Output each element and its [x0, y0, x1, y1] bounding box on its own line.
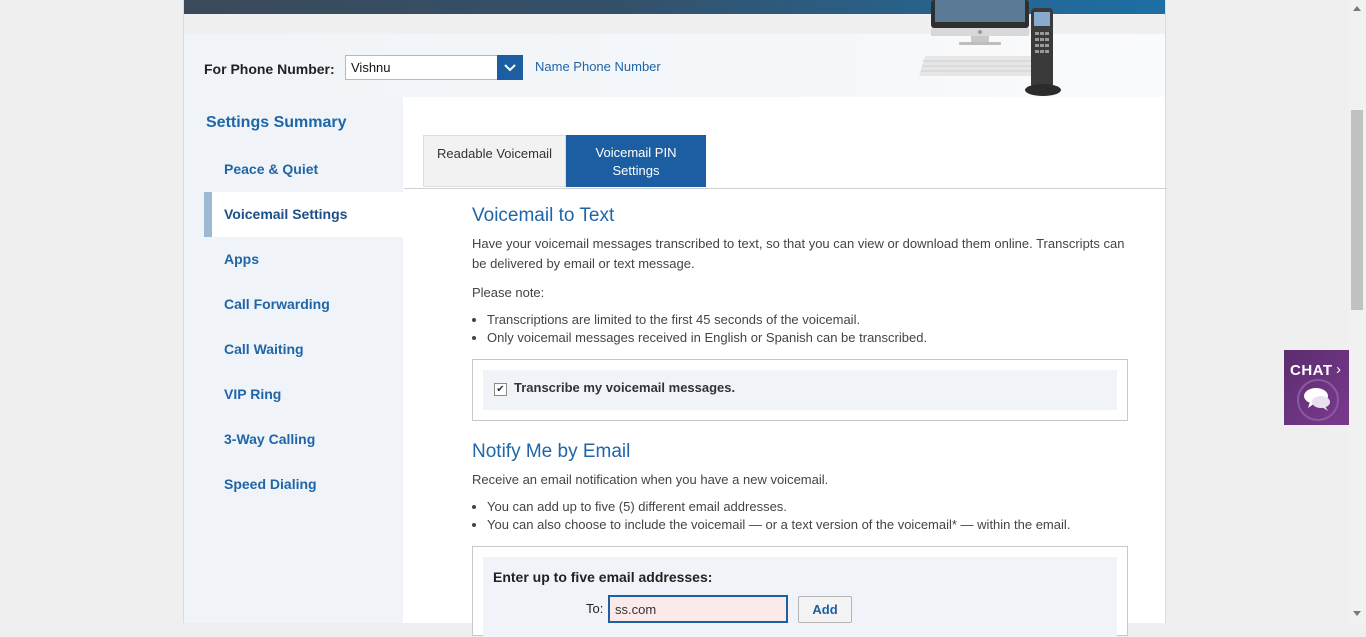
notify-email-description: Receive an email notification when you h…: [472, 472, 829, 487]
list-item: Transcriptions are limited to the first …: [487, 311, 1132, 329]
chevron-down-icon[interactable]: [497, 55, 523, 80]
sidebar-item-call-forwarding[interactable]: Call Forwarding: [204, 282, 403, 327]
computer-phone-illustration: [919, 0, 1079, 97]
email-address-input[interactable]: [608, 595, 788, 623]
main-content: Readable Voicemail Voicemail PIN Setting…: [404, 97, 1167, 637]
list-item: Only voicemail messages received in Engl…: [487, 329, 1132, 347]
email-addresses-title: Enter up to five email addresses:: [493, 569, 713, 585]
transcribe-checkbox-label[interactable]: Transcribe my voicemail messages.: [514, 380, 735, 395]
settings-sidebar: Settings Summary Peace & Quiet Voicemail…: [184, 97, 403, 623]
sidebar-item-voicemail-settings[interactable]: Voicemail Settings: [204, 192, 403, 237]
tabs-divider: [404, 188, 1167, 189]
scrollbar-thumb[interactable]: [1351, 110, 1363, 310]
list-item: You can also choose to include the voice…: [487, 516, 1132, 534]
transcription-notes-list: Transcriptions are limited to the first …: [472, 311, 1132, 347]
chat-bubble-icon: [1296, 378, 1340, 427]
sidebar-item-apps[interactable]: Apps: [204, 237, 403, 282]
voicemail-to-text-section: Voicemail to Text Have your voicemail me…: [472, 205, 1132, 347]
sidebar-item-3-way-calling[interactable]: 3-Way Calling: [204, 417, 403, 462]
tab-voicemail-pin-settings[interactable]: Voicemail PIN Settings: [566, 135, 706, 187]
transcribe-box: ✔ Transcribe my voicemail messages.: [472, 359, 1128, 421]
please-note-label: Please note:: [472, 285, 545, 300]
settings-summary-title[interactable]: Settings Summary: [206, 114, 346, 132]
to-label: To:: [586, 601, 604, 616]
voicemail-to-text-heading: Voicemail to Text: [472, 205, 615, 226]
notify-email-heading: Notify Me by Email: [472, 441, 631, 462]
page-container: For Phone Number: Vishnu Name Phone Numb…: [183, 0, 1167, 637]
scroll-up-icon[interactable]: [1353, 6, 1361, 11]
sidebar-item-call-waiting[interactable]: Call Waiting: [204, 327, 403, 372]
tab-readable-voicemail[interactable]: Readable Voicemail: [423, 135, 566, 187]
email-notes-list: You can add up to five (5) different ema…: [472, 498, 1132, 534]
phone-number-selected: Vishnu: [351, 60, 391, 75]
sidebar-nav: Peace & Quiet Voicemail Settings Apps Ca…: [204, 147, 403, 507]
chat-widget[interactable]: CHAT ›: [1284, 350, 1350, 425]
sidebar-item-vip-ring[interactable]: VIP Ring: [204, 372, 403, 417]
transcribe-checkbox[interactable]: ✔: [494, 383, 507, 396]
phone-number-select[interactable]: Vishnu: [345, 55, 523, 80]
notify-email-section: Notify Me by Email Receive an email noti…: [472, 441, 1132, 534]
chat-label: CHAT: [1290, 362, 1333, 379]
sidebar-item-peace-quiet[interactable]: Peace & Quiet: [204, 147, 403, 192]
email-addresses-panel: Enter up to five email addresses: To: Ad…: [483, 557, 1117, 637]
page-scrollbar[interactable]: [1349, 0, 1366, 623]
chevron-right-icon: ›: [1336, 361, 1341, 378]
transcribe-row: ✔ Transcribe my voicemail messages.: [483, 370, 1117, 410]
scroll-down-icon[interactable]: [1353, 611, 1361, 616]
name-phone-number-link[interactable]: Name Phone Number: [535, 59, 661, 74]
voicemail-to-text-description: Have your voicemail messages transcribed…: [472, 236, 1125, 271]
tab-pin-label-line1: Voicemail PIN: [595, 145, 677, 160]
list-item: You can add up to five (5) different ema…: [487, 498, 1132, 516]
add-email-button[interactable]: Add: [798, 596, 852, 623]
sidebar-item-speed-dialing[interactable]: Speed Dialing: [204, 462, 403, 507]
tab-pin-label-line2: Settings: [612, 163, 660, 178]
phone-number-label: For Phone Number:: [204, 61, 335, 77]
